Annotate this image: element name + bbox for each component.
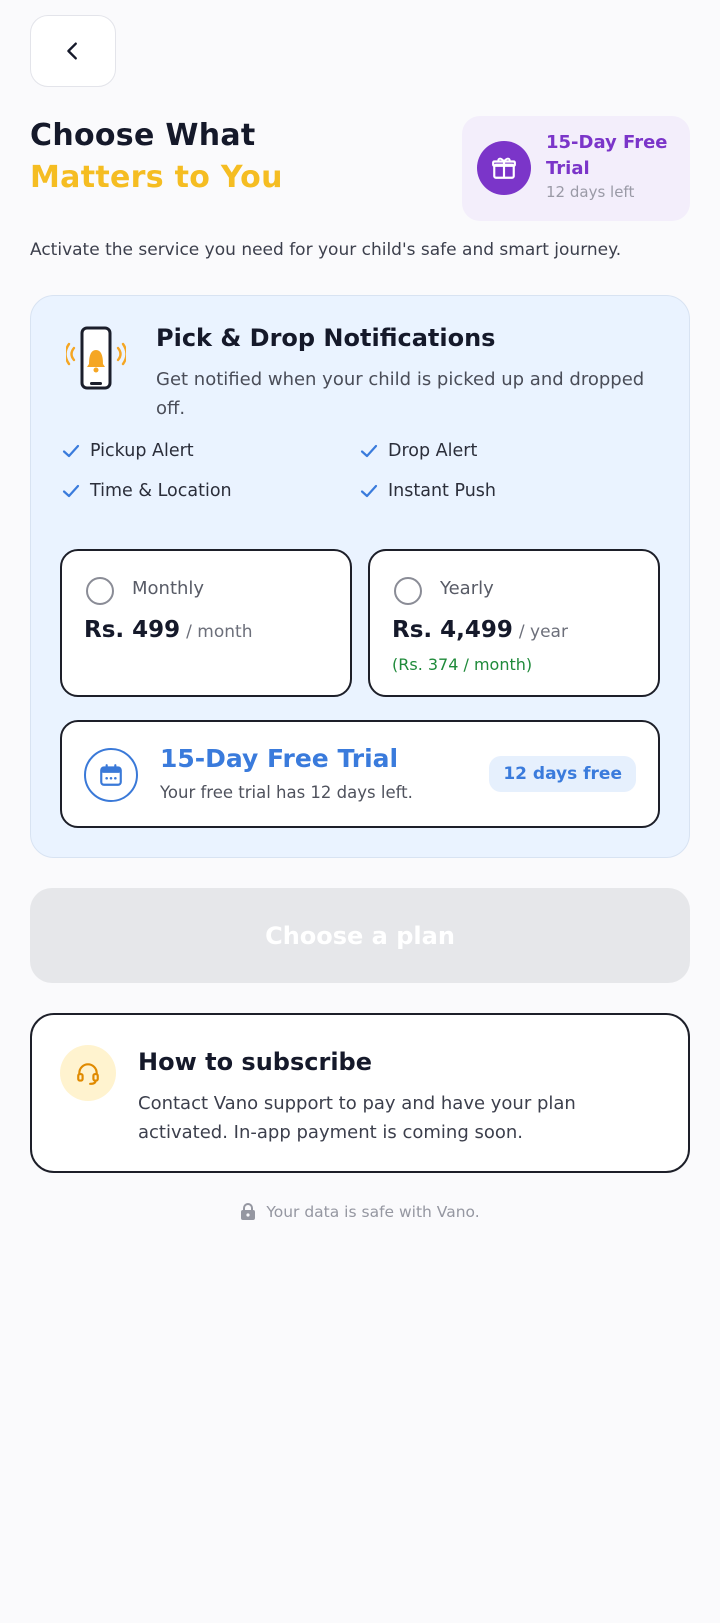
chevron-left-icon xyxy=(67,42,77,60)
plan-period: / month xyxy=(186,622,253,642)
plan-price-row: Rs. 4,499/ year xyxy=(392,617,568,643)
plan-price: Rs. 4,499 xyxy=(392,617,513,643)
headset-icon xyxy=(60,1045,116,1101)
plan-option-yearly[interactable]: Yearly Rs. 4,499/ year (Rs. 374 / month) xyxy=(368,549,660,697)
feature-item: Time & Location xyxy=(62,481,232,501)
free-trial-description: Your free trial has 12 days left. xyxy=(160,783,413,802)
plan-option-monthly[interactable]: Monthly Rs. 499/ month xyxy=(60,549,352,697)
feature-label: Drop Alert xyxy=(388,441,478,461)
check-icon xyxy=(360,484,378,498)
radio-button[interactable] xyxy=(86,577,114,605)
service-title: Pick & Drop Notifications xyxy=(156,324,496,352)
data-safety-note: Your data is safe with Vano. xyxy=(0,1203,720,1221)
days-free-badge: 12 days free xyxy=(489,756,636,792)
check-icon xyxy=(62,444,80,458)
calendar-icon xyxy=(84,748,138,802)
feature-label: Pickup Alert xyxy=(90,441,194,461)
trial-title: 15-Day Free Trial xyxy=(546,132,668,179)
check-icon xyxy=(360,444,378,458)
check-icon xyxy=(62,484,80,498)
radio-button[interactable] xyxy=(394,577,422,605)
safe-note-text: Your data is safe with Vano. xyxy=(266,1203,480,1221)
phone-bell-icon xyxy=(66,326,126,390)
back-button[interactable] xyxy=(30,15,116,87)
feature-item: Drop Alert xyxy=(360,441,477,461)
plan-monthly-equivalent: (Rs. 374 / month) xyxy=(392,655,533,674)
how-to-title: How to subscribe xyxy=(138,1048,372,1076)
lock-icon xyxy=(241,1203,256,1220)
plan-price: Rs. 499 xyxy=(84,617,181,643)
feature-label: Instant Push xyxy=(388,481,497,501)
trial-days-left: 12 days left xyxy=(546,183,635,201)
free-trial-option[interactable]: 15-Day Free Trial Your free trial has 12… xyxy=(60,720,660,828)
plan-price-row: Rs. 499/ month xyxy=(84,617,252,643)
feature-item: Instant Push xyxy=(360,481,496,501)
feature-item: Pickup Alert xyxy=(62,441,194,461)
page-subtitle: Activate the service you need for your c… xyxy=(30,240,622,260)
plan-period: / year xyxy=(518,622,568,642)
how-to-description: Contact Vano support to pay and have you… xyxy=(138,1093,576,1143)
trial-status-card: 15-Day Free Trial 12 days left xyxy=(462,116,690,221)
free-trial-title: 15-Day Free Trial xyxy=(160,744,399,773)
service-description: Get notified when your child is picked u… xyxy=(156,369,645,419)
page-title-highlight: Matters to You xyxy=(30,160,283,195)
choose-plan-button[interactable]: Choose a plan xyxy=(30,888,690,983)
plan-name: Monthly xyxy=(132,578,205,599)
page-title: Choose What xyxy=(30,118,256,153)
plan-name: Yearly xyxy=(440,578,494,599)
how-to-subscribe-card: How to subscribe Contact Vano support to… xyxy=(30,1013,690,1173)
gift-icon xyxy=(477,141,531,195)
feature-label: Time & Location xyxy=(90,481,232,501)
